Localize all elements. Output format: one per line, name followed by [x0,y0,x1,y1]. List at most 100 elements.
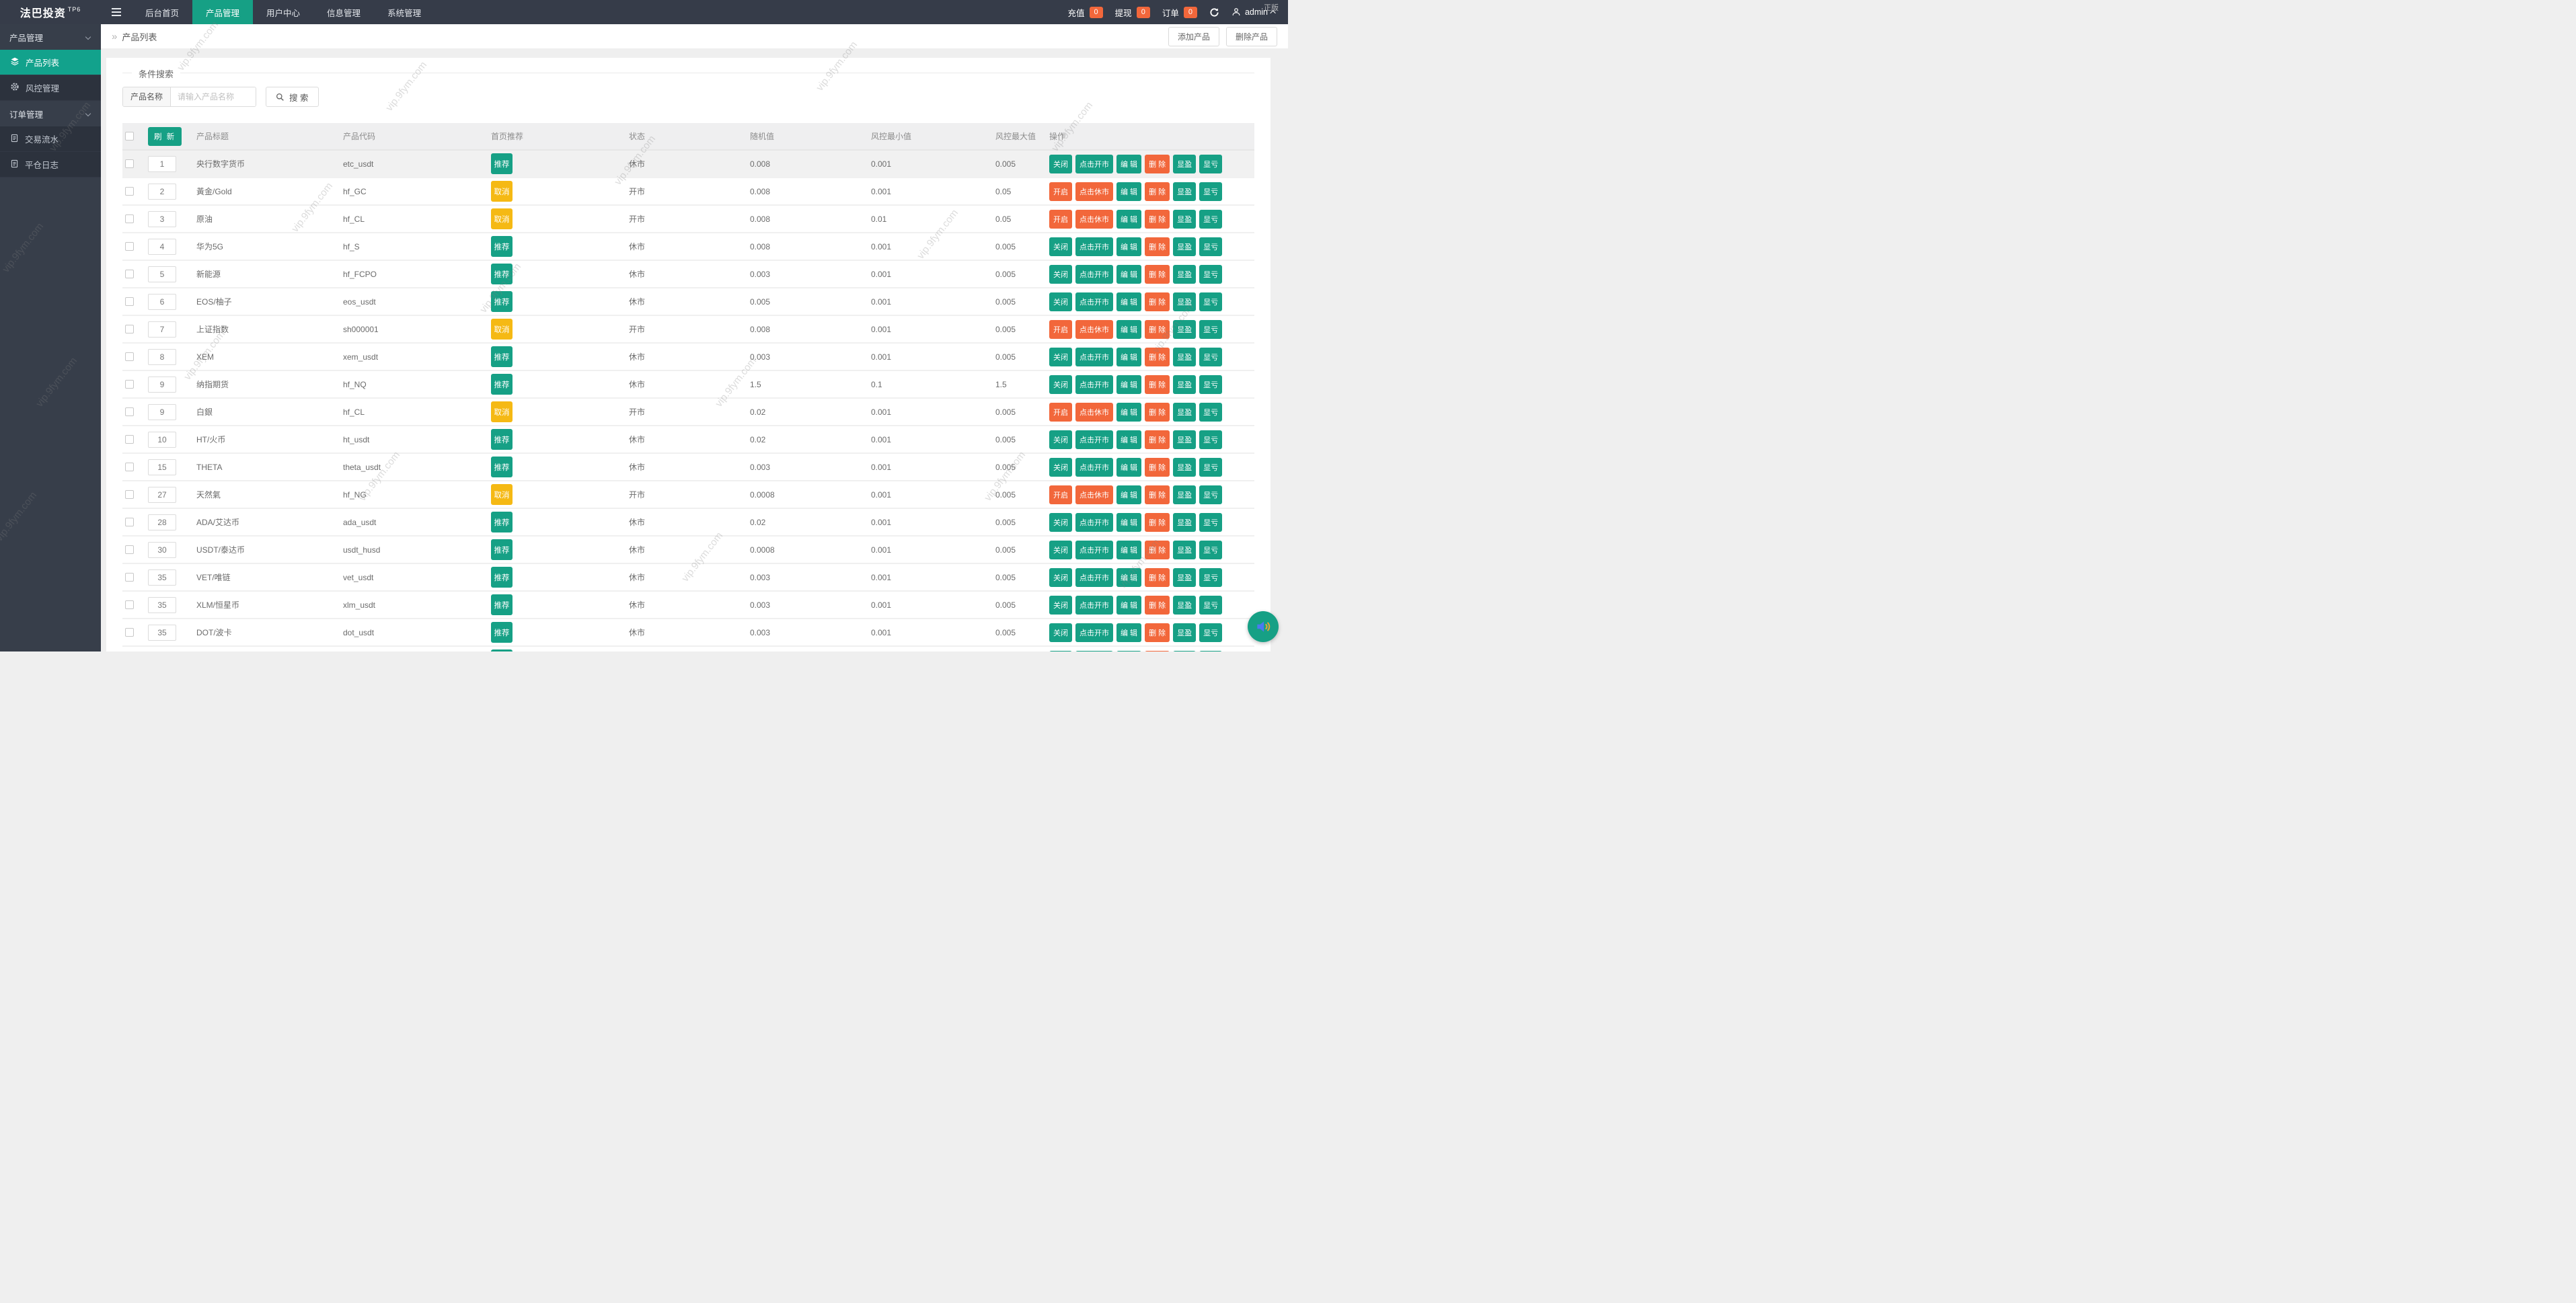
row-action-button[interactable]: 删 除 [1145,237,1170,256]
row-checkbox[interactable] [125,380,134,389]
row-action-button[interactable]: 编 辑 [1116,595,1142,615]
row-checkbox[interactable] [125,352,134,361]
row-action-button[interactable]: 关闭 [1049,154,1072,173]
sidebar-item-平仓日志[interactable]: 平仓日志 [0,152,101,177]
row-action-button[interactable]: 显盈 [1173,292,1197,311]
row-sort-input[interactable]: 27 [148,486,176,503]
row-action-button[interactable]: 编 辑 [1116,374,1142,394]
sound-toggle-button[interactable] [1248,611,1279,642]
recommend-badge[interactable]: 推荐 [491,622,513,643]
row-action-button[interactable]: 显亏 [1199,154,1223,173]
row-action-button[interactable]: 编 辑 [1116,237,1142,256]
row-action-button[interactable]: 开启 [1049,319,1072,339]
row-action-button[interactable]: 删 除 [1145,485,1170,504]
row-action-button[interactable]: 开启 [1049,209,1072,229]
row-action-button[interactable]: 删 除 [1145,374,1170,394]
row-action-button[interactable]: 删 除 [1145,182,1170,201]
row-action-button[interactable]: 显亏 [1199,623,1223,642]
row-action-button[interactable]: 删 除 [1145,595,1170,615]
row-action-button[interactable]: 显亏 [1199,650,1223,652]
row-action-button[interactable]: 编 辑 [1116,650,1142,652]
top-menu-item[interactable]: 信息管理 [313,0,374,24]
row-action-button[interactable]: 显盈 [1173,402,1197,422]
recommend-badge[interactable]: 推荐 [491,457,513,477]
row-action-button[interactable]: 点击开市 [1075,567,1113,587]
recommend-badge[interactable]: 推荐 [491,153,513,174]
row-action-button[interactable]: 点击开市 [1075,374,1113,394]
row-action-button[interactable]: 显盈 [1173,540,1197,559]
row-action-button[interactable]: 编 辑 [1116,485,1142,504]
row-checkbox[interactable] [125,545,134,554]
row-action-button[interactable]: 关闭 [1049,457,1072,477]
row-action-button[interactable]: 显盈 [1173,430,1197,449]
recommend-badge[interactable]: 推荐 [491,264,513,284]
recommend-badge[interactable]: 推荐 [491,346,513,367]
user-menu[interactable]: admin [1232,7,1276,17]
row-action-button[interactable]: 删 除 [1145,623,1170,642]
row-action-button[interactable]: 显亏 [1199,595,1223,615]
row-action-button[interactable]: 点击开市 [1075,154,1113,173]
row-checkbox[interactable] [125,325,134,333]
sidebar-group-产品管理[interactable]: 产品管理 [0,24,101,50]
row-action-button[interactable]: 关闭 [1049,430,1072,449]
row-action-button[interactable]: 编 辑 [1116,540,1142,559]
row-action-button[interactable]: 点击开市 [1075,237,1113,256]
row-action-button[interactable]: 显亏 [1199,319,1223,339]
row-checkbox[interactable] [125,214,134,223]
row-action-button[interactable]: 关闭 [1049,264,1072,284]
recommend-badge[interactable]: 推荐 [491,236,513,257]
row-action-button[interactable]: 删 除 [1145,264,1170,284]
search-button[interactable]: 搜 索 [266,87,319,107]
row-action-button[interactable]: 删 除 [1145,292,1170,311]
row-checkbox[interactable] [125,242,134,251]
row-action-button[interactable]: 关闭 [1049,374,1072,394]
row-action-button[interactable]: 点击休市 [1075,182,1113,201]
row-action-button[interactable]: 删 除 [1145,540,1170,559]
row-action-button[interactable]: 显亏 [1199,292,1223,311]
row-action-button[interactable]: 编 辑 [1116,319,1142,339]
row-action-button[interactable]: 点击休市 [1075,209,1113,229]
row-action-button[interactable]: 关闭 [1049,237,1072,256]
row-action-button[interactable]: 显盈 [1173,264,1197,284]
row-action-button[interactable]: 关闭 [1049,623,1072,642]
row-action-button[interactable]: 关闭 [1049,567,1072,587]
row-action-button[interactable]: 显盈 [1173,154,1197,173]
row-action-button[interactable]: 显盈 [1173,512,1197,532]
row-sort-input[interactable]: 15 [148,459,176,475]
row-action-button[interactable]: 开启 [1049,485,1072,504]
row-action-button[interactable]: 开启 [1049,402,1072,422]
row-checkbox[interactable] [125,159,134,168]
row-action-button[interactable]: 关闭 [1049,540,1072,559]
add-product-button[interactable]: 添加产品 [1168,26,1219,46]
select-all-checkbox[interactable] [125,132,134,141]
row-sort-input[interactable]: 2 [148,183,176,200]
row-sort-input[interactable]: 1 [148,155,176,172]
row-action-button[interactable]: 点击开市 [1075,512,1113,532]
row-action-button[interactable]: 删 除 [1145,209,1170,229]
row-action-button[interactable]: 显亏 [1199,374,1223,394]
row-sort-input[interactable]: 6 [148,293,176,310]
row-checkbox[interactable] [125,628,134,637]
top-menu-item[interactable]: 产品管理 [192,0,254,24]
recommend-badge[interactable]: 取消 [491,181,513,202]
row-checkbox[interactable] [125,435,134,444]
row-action-button[interactable]: 点击休市 [1075,402,1113,422]
row-checkbox[interactable] [125,463,134,471]
row-action-button[interactable]: 点击开市 [1075,650,1113,652]
recommend-badge[interactable]: 推荐 [491,539,513,560]
top-menu-item[interactable]: 后台首页 [132,0,192,24]
row-action-button[interactable]: 关闭 [1049,595,1072,615]
row-action-button[interactable]: 点击开市 [1075,264,1113,284]
row-action-button[interactable]: 显亏 [1199,237,1223,256]
row-action-button[interactable]: 点击开市 [1075,595,1113,615]
recommend-badge[interactable]: 推荐 [491,291,513,312]
row-sort-input[interactable]: 9 [148,376,176,393]
row-checkbox[interactable] [125,297,134,306]
counter-订单[interactable]: 订单 0 [1162,6,1197,19]
row-action-button[interactable]: 删 除 [1145,402,1170,422]
counter-充值[interactable]: 充值 0 [1068,6,1103,19]
row-action-button[interactable]: 删 除 [1145,347,1170,366]
row-action-button[interactable]: 删 除 [1145,457,1170,477]
table-refresh-button[interactable]: 刷 新 [148,126,182,146]
row-sort-input[interactable]: 35 [148,596,176,613]
